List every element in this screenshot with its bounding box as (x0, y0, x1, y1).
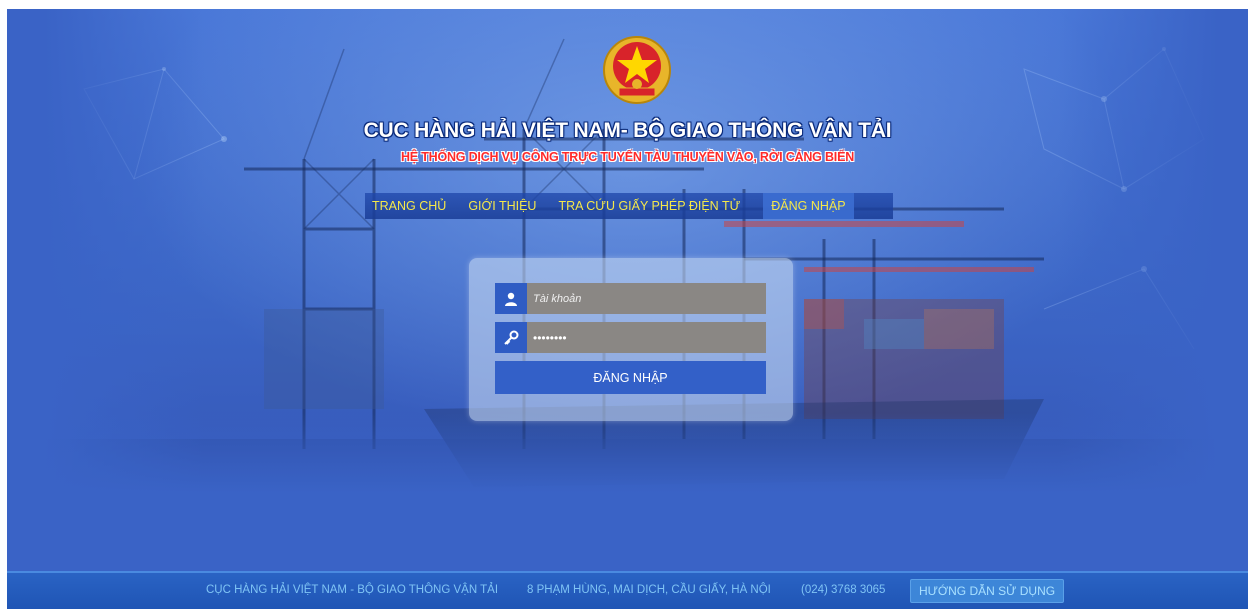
footer-phone: (024) 3768 3065 (801, 584, 886, 596)
main-nav: TRANG CHỦ GIỚI THIỆU TRA CỨU GIẤY PHÉP Đ… (365, 193, 893, 219)
user-icon (495, 283, 527, 314)
footer: CỤC HÀNG HẢI VIỆT NAM - BỘ GIAO THÔNG VẬ… (7, 571, 1248, 609)
nav-item-home[interactable]: TRANG CHỦ (365, 193, 453, 219)
page-frame: CỤC HÀNG HẢI VIỆT NAM- BỘ GIAO THÔNG VẬN… (7, 9, 1248, 609)
password-row (495, 322, 766, 353)
footer-org: CỤC HÀNG HẢI VIỆT NAM - BỘ GIAO THÔNG VẬ… (206, 584, 499, 596)
login-form: ĐĂNG NHẬP (469, 258, 793, 421)
login-button[interactable]: ĐĂNG NHẬP (495, 361, 766, 394)
username-row (495, 283, 766, 314)
hero-fade-bottom (44, 413, 1218, 493)
username-input[interactable] (527, 283, 766, 314)
footer-address: 8 PHẠM HÙNG, MAI DỊCH, CẦU GIẤY, HÀ NỘI (527, 584, 771, 596)
national-emblem-icon (603, 36, 671, 104)
password-input[interactable] (527, 322, 766, 353)
key-icon (495, 322, 527, 353)
user-guide-button[interactable]: HƯỚNG DẪN SỬ DỤNG (910, 579, 1064, 603)
nav-item-login[interactable]: ĐĂNG NHẬP (763, 193, 854, 219)
page-subtitle: HỆ THỐNG DỊCH VỤ CÔNG TRỰC TUYẾN TÀU THU… (400, 150, 855, 164)
nav-item-license-lookup[interactable]: TRA CỨU GIẤY PHÉP ĐIỆN TỬ (551, 193, 747, 219)
page-title: CỤC HÀNG HẢI VIỆT NAM- BỘ GIAO THÔNG VẬN… (363, 119, 892, 142)
nav-item-about[interactable]: GIỚI THIỆU (461, 193, 543, 219)
